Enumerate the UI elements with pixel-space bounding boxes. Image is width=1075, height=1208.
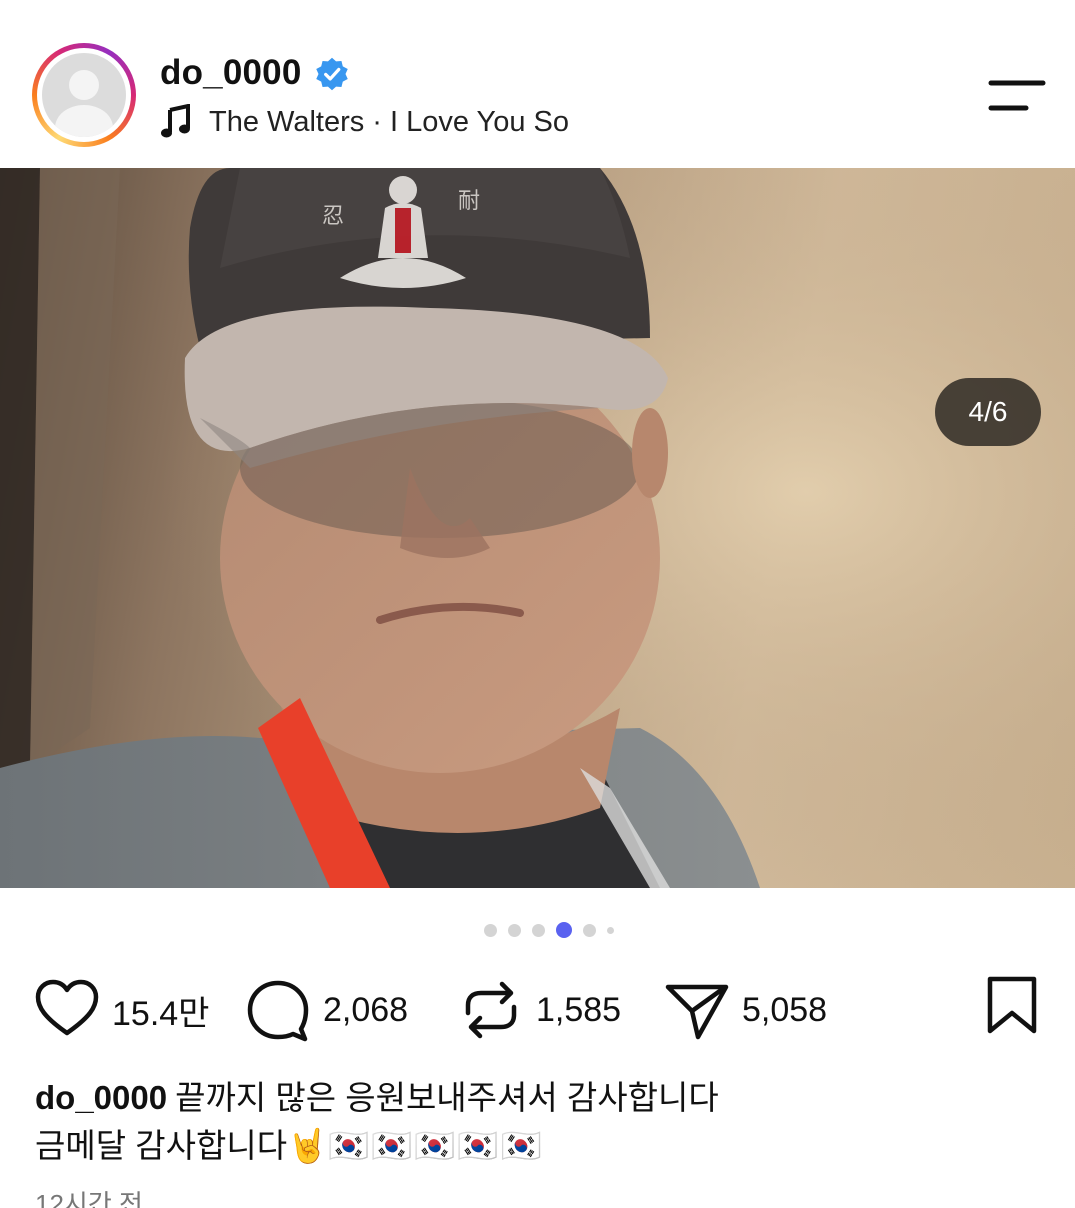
share-button[interactable]: 5,058 <box>664 975 827 1045</box>
carousel-dot <box>508 923 521 937</box>
carousel-dot-active <box>556 922 572 938</box>
post-header: do_0000 The Walters · I Love You So <box>0 0 1075 168</box>
post-caption: do_0000 끝까지 많은 응원보내주셔서 감사합니다 금메달 감사합니다🤘🇰🇷… <box>35 1074 1045 1170</box>
repost-count: 1,585 <box>536 990 622 1029</box>
repost-icon <box>465 981 517 1039</box>
caption-line-2: 금메달 감사합니다🤘 <box>35 1127 329 1164</box>
bookmark-icon[interactable] <box>986 975 1038 1035</box>
paper-plane-icon <box>665 984 729 1040</box>
svg-text:忍: 忍 <box>322 204 344 229</box>
like-count: 15.4만 <box>112 994 210 1033</box>
verified-badge-icon <box>316 57 348 91</box>
music-attribution[interactable]: The Walters · I Love You So <box>160 104 569 140</box>
caption-username[interactable]: do_0000 <box>35 1079 167 1116</box>
avatar <box>42 53 126 137</box>
username[interactable]: do_0000 <box>160 53 302 93</box>
music-label: The Walters · I Love You So <box>209 105 570 138</box>
carousel-dot <box>484 923 497 937</box>
post-timestamp: 12시간 전 <box>35 1189 143 1208</box>
carousel-dot <box>532 923 545 937</box>
repost-button[interactable]: 1,585 <box>458 975 621 1045</box>
menu-icon[interactable] <box>988 79 1046 113</box>
action-bar: 15.4만 2,068 1,585 5,058 <box>0 975 1075 1045</box>
like-button[interactable]: 15.4만 <box>34 975 209 1045</box>
caption-flags: 🇰🇷🇰🇷🇰🇷🇰🇷🇰🇷 <box>328 1127 544 1164</box>
comment-count: 2,068 <box>323 990 409 1029</box>
music-note-icon <box>161 104 190 138</box>
carousel-dot <box>583 923 596 937</box>
caption-line-1: 끝까지 많은 응원보내주셔서 감사합니다 <box>175 1079 719 1116</box>
carousel-counter: 4/6 <box>935 378 1041 446</box>
carousel-indicator <box>484 922 625 938</box>
selfie-illustration: 忍 耐 <box>0 168 1075 888</box>
post-photo[interactable]: 忍 耐 4/6 <box>0 168 1075 888</box>
comment-bubble-icon <box>247 980 309 1042</box>
avatar-story-ring[interactable] <box>32 43 136 147</box>
share-count: 5,058 <box>742 990 828 1029</box>
heart-icon <box>35 979 99 1036</box>
carousel-dot <box>607 926 614 934</box>
comment-button[interactable]: 2,068 <box>245 975 408 1045</box>
svg-text:耐: 耐 <box>458 189 480 214</box>
